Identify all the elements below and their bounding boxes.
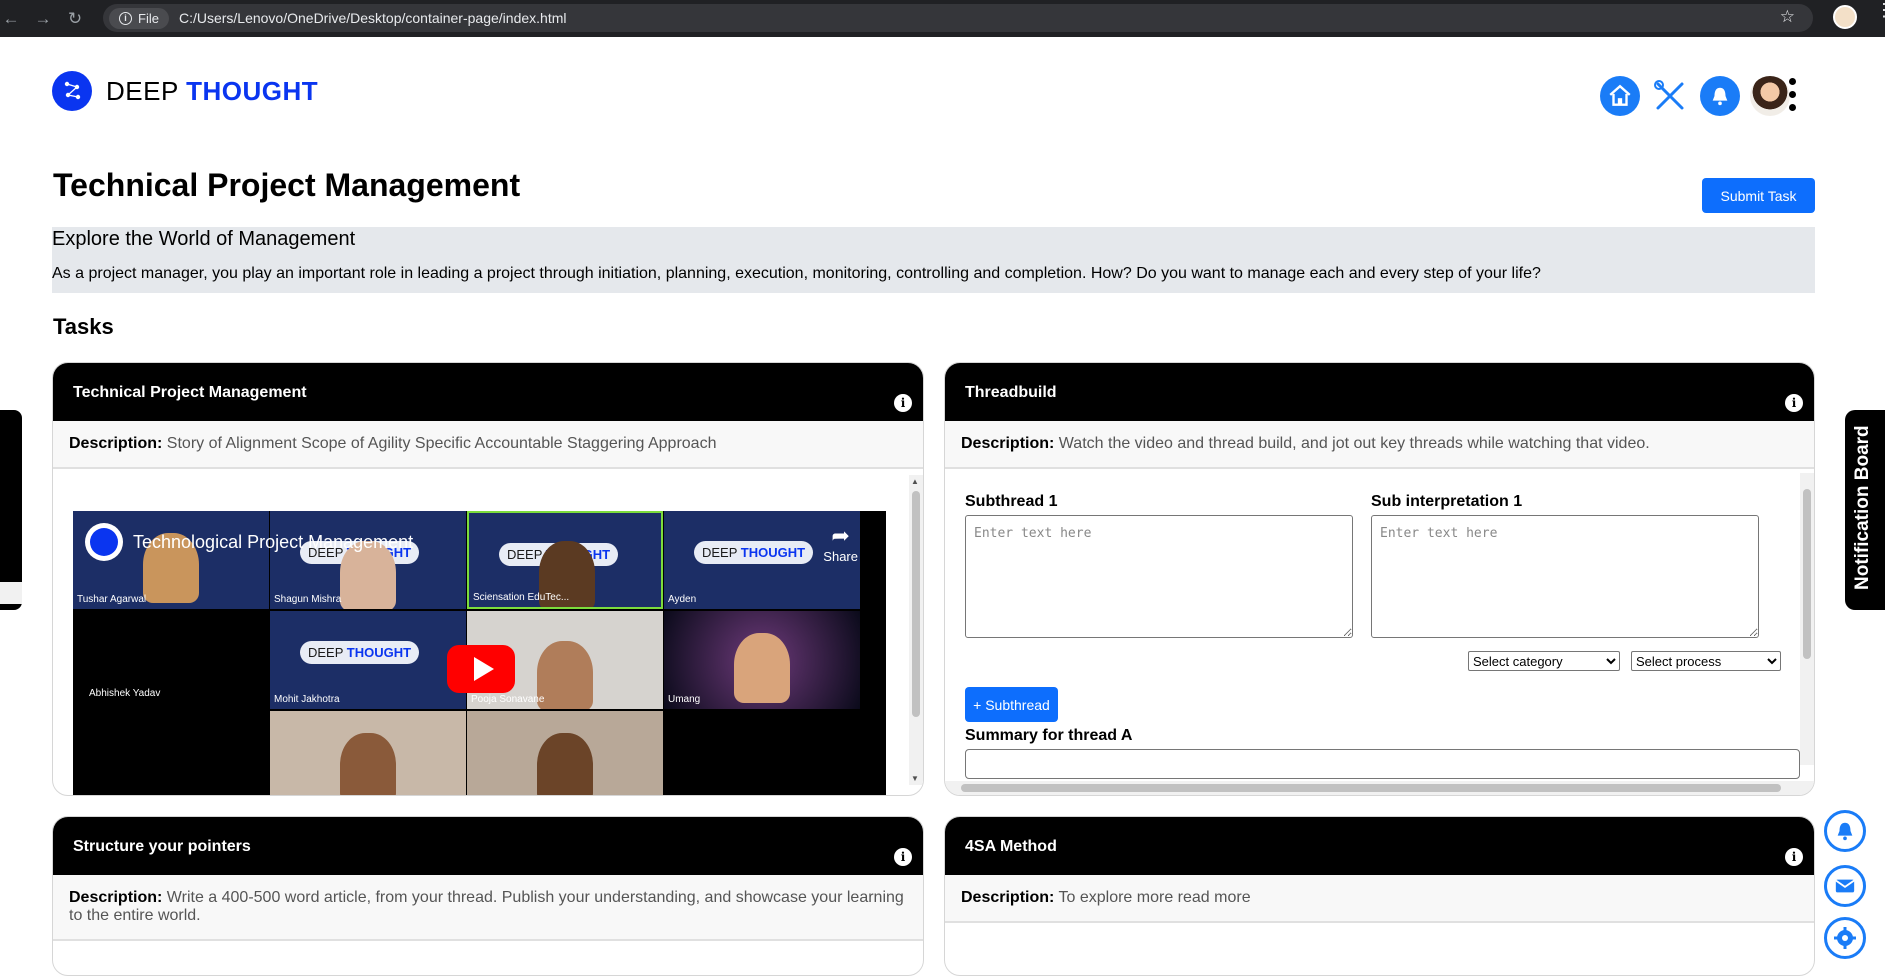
bell-icon[interactable] xyxy=(1700,76,1740,116)
scrollbar[interactable] xyxy=(1800,473,1814,765)
intro-heading: Explore the World of Management xyxy=(52,228,356,250)
card-title: Threadbuild xyxy=(965,384,1057,401)
info-icon[interactable]: i xyxy=(894,394,912,412)
info-icon[interactable]: i xyxy=(1785,394,1803,412)
site-info-chip[interactable]: i File xyxy=(109,7,169,29)
info-icon[interactable]: i xyxy=(1785,848,1803,866)
tasks-heading: Tasks xyxy=(53,314,114,339)
video-title[interactable]: Technological Project Management xyxy=(85,523,413,561)
url-text[interactable]: C:/Users/Lenovo/OneDrive/Desktop/contain… xyxy=(179,10,567,26)
settings-gear-icon[interactable] xyxy=(1824,917,1866,959)
card-header: Threadbuild i xyxy=(945,363,1814,421)
sub-interpretation-label: Sub interpretation 1 xyxy=(1371,493,1523,510)
subthread-label: Subthread 1 xyxy=(965,493,1058,510)
header-actions xyxy=(1600,76,1790,116)
card-description: Description: Watch the video and thread … xyxy=(945,421,1814,469)
home-icon[interactable] xyxy=(1600,76,1640,116)
mail-icon[interactable] xyxy=(1824,865,1866,907)
video-tile: Abhishek Yadav xyxy=(73,611,269,709)
sub-interpretation-input[interactable] xyxy=(1371,515,1759,638)
info-icon[interactable]: i xyxy=(894,848,912,866)
page-title: Technical Project Management xyxy=(53,167,521,203)
info-icon: i xyxy=(119,11,132,25)
browser-profile-avatar[interactable] xyxy=(1833,5,1857,29)
threadbuild-form: Subthread 1 Sub interpretation 1 Select … xyxy=(945,493,1814,793)
share-button[interactable]: ➦ Share xyxy=(823,523,858,564)
youtube-play-button[interactable] xyxy=(447,645,515,693)
video-tile: Umang xyxy=(664,611,860,709)
video-tile xyxy=(270,711,466,795)
card-description: Description: To explore more read more xyxy=(945,875,1814,923)
scrollbar[interactable]: ▲ ▼ xyxy=(909,475,923,785)
subthread-input[interactable] xyxy=(965,515,1353,638)
floating-bell-icon[interactable] xyxy=(1824,810,1866,852)
card-header: 4SA Method i xyxy=(945,817,1814,875)
card-title: Structure your pointers xyxy=(73,838,251,855)
task-card-4sa-method: 4SA Method i Description: To explore mor… xyxy=(944,816,1815,976)
back-icon[interactable]: ← xyxy=(0,8,22,30)
task-card-structure-your-pointers: Structure your pointers i Description: W… xyxy=(52,816,924,976)
card-title: Technical Project Management xyxy=(73,384,307,401)
submit-task-button[interactable]: Submit Task xyxy=(1702,178,1815,213)
file-label: File xyxy=(138,10,159,26)
intro-banner: Explore the World of Management As a pro… xyxy=(52,227,1815,293)
summary-label: Summary for thread A xyxy=(965,727,1133,744)
horizontal-scrollbar[interactable] xyxy=(945,781,1814,795)
notification-board-tab[interactable]: Notification Board xyxy=(1845,410,1885,610)
card-title: 4SA Method xyxy=(965,838,1057,855)
logo[interactable]: DEEP THOUGHT xyxy=(52,71,318,111)
summary-input[interactable] xyxy=(965,749,1800,779)
address-bar[interactable]: i File C:/Users/Lenovo/OneDrive/Desktop/… xyxy=(103,4,1813,32)
video-tile xyxy=(467,711,663,795)
browser-menu-icon[interactable]: ⋮ xyxy=(1875,1,1885,19)
menu-kebab-icon[interactable] xyxy=(1789,78,1796,117)
video-tile: DEEP THOUGHTSciensation EduTec... xyxy=(467,511,663,609)
left-collapsed-panel[interactable] xyxy=(0,410,22,610)
card-header: Structure your pointers i xyxy=(53,817,923,875)
card-header: Technical Project Management i xyxy=(53,363,923,421)
add-subthread-button[interactable]: + Subthread xyxy=(965,687,1058,722)
browser-toolbar: ← → ↻ i File C:/Users/Lenovo/OneDrive/De… xyxy=(0,0,1885,37)
card-description: Description: Write a 400-500 word articl… xyxy=(53,875,923,941)
category-select[interactable]: Select category xyxy=(1468,651,1620,671)
video-tile: DEEP THOUGHT Mohit Jakhotra xyxy=(270,611,466,709)
tools-icon[interactable] xyxy=(1650,76,1690,116)
bookmark-star-icon[interactable]: ☆ xyxy=(1780,7,1795,27)
process-select[interactable]: Select process xyxy=(1631,651,1781,671)
card-description: Description: Story of Alignment Scope of… xyxy=(53,421,923,469)
task-card-threadbuild: Threadbuild i Description: Watch the vid… xyxy=(944,362,1815,796)
intro-text: As a project manager, you play an import… xyxy=(52,265,1541,282)
brand-name: DEEP THOUGHT xyxy=(106,75,319,106)
share-icon: ➦ xyxy=(831,523,850,548)
reload-icon[interactable]: ↻ xyxy=(64,8,86,30)
forward-icon[interactable]: → xyxy=(32,8,54,30)
task-card-technical-project-management: Technical Project Management i Descripti… xyxy=(52,362,924,796)
logo-mark-icon xyxy=(52,71,92,111)
channel-avatar[interactable] xyxy=(85,523,123,561)
youtube-video-embed[interactable]: Tushar Agarwal DEEP THOUGHTShagun Mishra… xyxy=(73,511,886,795)
user-avatar[interactable] xyxy=(1750,76,1790,116)
